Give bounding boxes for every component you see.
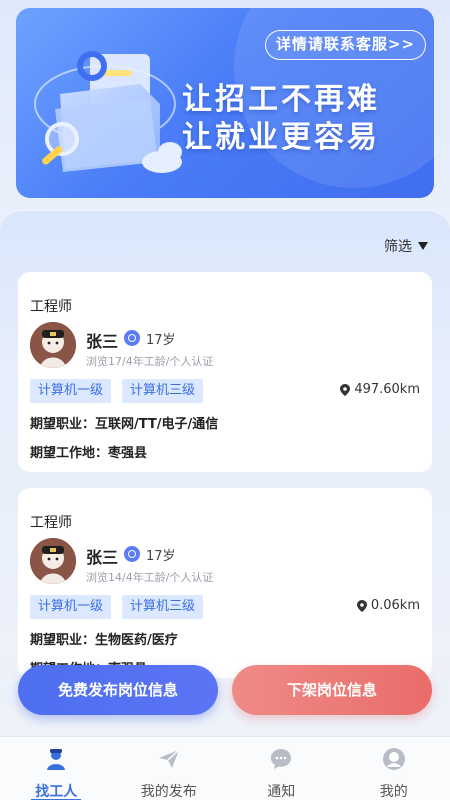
tab-label: 我的 xyxy=(379,784,408,800)
desired-job: 期望职业：互联网/TT/电子/通信 xyxy=(30,417,219,432)
skill-tag: 计算机一级 xyxy=(30,379,112,403)
card-job-title: 工程师 xyxy=(30,299,72,315)
publish-job-button[interactable]: 免费发布岗位信息 xyxy=(18,665,218,715)
worker-age: 17岁 xyxy=(146,549,176,564)
skill-tag: 计算机三级 xyxy=(122,595,204,619)
remove-job-button[interactable]: 下架岗位信息 xyxy=(232,665,432,715)
worker-icon xyxy=(47,749,66,770)
profile-icon xyxy=(382,748,405,770)
tab-label: 通知 xyxy=(267,784,296,800)
tab-notifications[interactable]: 通知 xyxy=(225,737,338,800)
desired-job: 期望职业：生物医药/医疗 xyxy=(30,633,178,648)
avatar-image xyxy=(30,538,76,584)
desired-location: 期望工作地：枣强县 xyxy=(30,446,148,461)
card-job-title: 工程师 xyxy=(30,515,72,531)
distance: 497.60km xyxy=(340,382,420,397)
worker-card[interactable]: 工程师 张三 17岁 浏览14/4年工龄/个人认证 计算机一级 计算机三级 0.… xyxy=(18,488,432,678)
contact-service-link[interactable]: 详情请联系客服>> xyxy=(264,30,426,60)
worker-name: 张三 xyxy=(86,332,119,351)
avatar xyxy=(30,322,76,368)
location-pin-icon xyxy=(356,599,367,612)
distance-value: 497.60km xyxy=(354,382,420,397)
bottom-tab-bar: 找工人 我的发布 通知 我的 xyxy=(0,736,450,800)
worker-meta: 浏览14/4年工龄/个人认证 xyxy=(86,571,214,584)
folder-search-illustration xyxy=(34,51,182,173)
male-gender-icon xyxy=(124,330,140,346)
send-icon xyxy=(158,749,180,768)
worker-age: 17岁 xyxy=(146,333,176,348)
tab-label: 找工人 xyxy=(35,784,78,800)
worker-name: 张三 xyxy=(86,548,119,567)
banner-headline-2: 让就业更容易 xyxy=(182,120,380,155)
tab-profile[interactable]: 我的 xyxy=(338,737,450,800)
worker-meta: 浏览17/4年工龄/个人认证 xyxy=(86,355,214,368)
filter-button[interactable]: 筛选 xyxy=(384,236,428,256)
avatar-image xyxy=(30,322,76,368)
tab-my-posts[interactable]: 我的发布 xyxy=(113,737,226,800)
promo-banner[interactable]: 详情请联系客服>> 让招工不再难 让就业更容易 xyxy=(16,8,434,198)
location-pin-icon xyxy=(340,383,351,396)
tab-label: 我的发布 xyxy=(140,784,197,800)
avatar xyxy=(30,538,76,584)
worker-card[interactable]: 工程师 张三 17岁 浏览17/4年工龄/个人认证 计算机一级 计算机三级 49… xyxy=(18,272,432,472)
skill-tag: 计算机三级 xyxy=(122,379,204,403)
skill-tag: 计算机一级 xyxy=(30,595,112,619)
message-icon xyxy=(271,749,292,769)
filter-label: 筛选 xyxy=(384,239,412,255)
tab-find-workers[interactable]: 找工人 xyxy=(0,737,113,800)
male-gender-icon xyxy=(124,546,140,562)
distance: 0.06km xyxy=(356,598,420,613)
caret-down-icon xyxy=(418,242,428,250)
distance-value: 0.06km xyxy=(370,598,420,613)
